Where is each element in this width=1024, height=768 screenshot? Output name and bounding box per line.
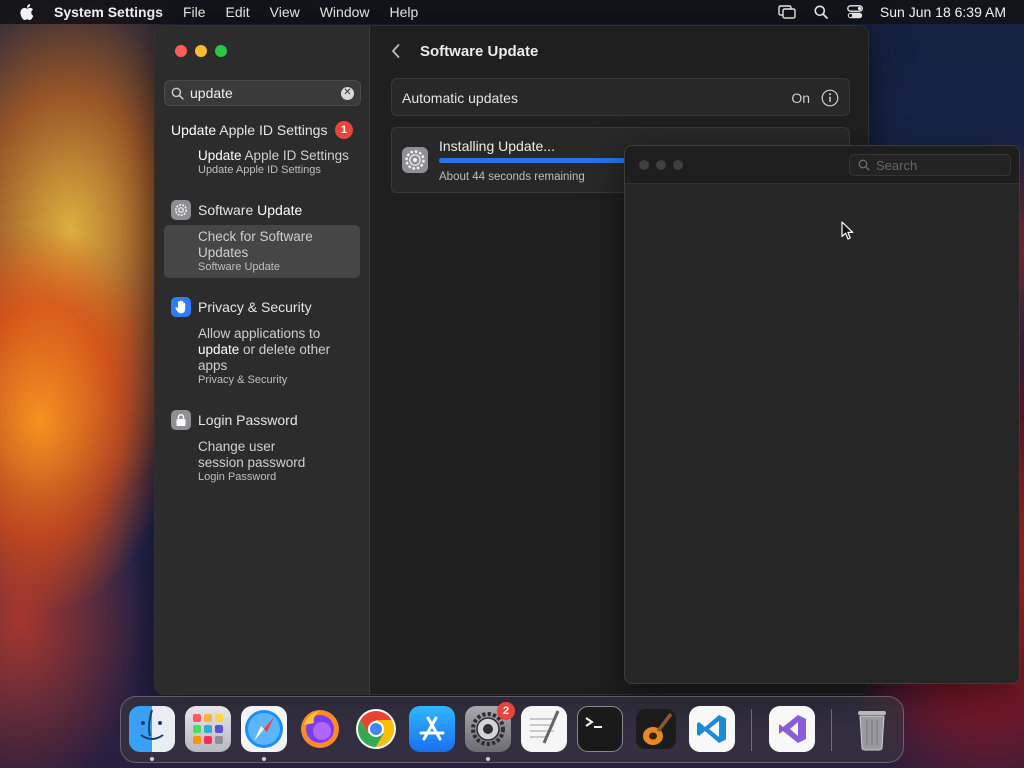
result-check-line2: Updates [198, 245, 249, 260]
menu-edit[interactable]: Edit [226, 4, 250, 20]
menu-app-name[interactable]: System Settings [54, 4, 163, 20]
section-software-update-match: Update [257, 202, 303, 218]
result-login-sub: Login Password [198, 471, 277, 483]
dock-system-settings-badge: 2 [497, 702, 515, 720]
clear-search-icon[interactable]: ✕ [341, 86, 354, 100]
section-apple-id[interactable]: Update Apple ID Settings [171, 122, 327, 138]
automatic-updates-value: On [791, 90, 810, 106]
apple-menu-icon[interactable] [0, 4, 54, 20]
menu-bar: System Settings File Edit View Window He… [0, 0, 1024, 24]
blank-search-placeholder: Search [876, 157, 918, 173]
section-privacy-title: Privacy & Security [198, 299, 312, 315]
zoom-window-button[interactable] [215, 45, 227, 57]
dock-finder-icon[interactable] [129, 706, 175, 752]
dock-chrome-icon[interactable] [353, 706, 399, 752]
section-software-update-plain: Software [198, 202, 258, 218]
info-icon[interactable] [821, 89, 839, 112]
screen-mirroring-icon[interactable] [770, 5, 804, 19]
result-privacy-line1: Allow applications to [198, 326, 321, 341]
privacy-hand-icon [171, 297, 191, 317]
page-title: Software Update [420, 43, 539, 60]
apple-id-badge: 1 [335, 121, 353, 139]
control-center-icon[interactable] [838, 5, 872, 19]
result-privacy-rest: or delete other [239, 342, 331, 357]
dock-finder-running-dot [150, 757, 154, 761]
section-apple-id-rest: Apple ID Settings [216, 122, 328, 138]
result-change-session-password[interactable]: Change user session password Login Passw… [164, 435, 360, 488]
menu-view[interactable]: View [270, 4, 300, 20]
sidebar: update ✕ Update Apple ID Settings 1 Upda… [155, 26, 370, 694]
dock-firefox-icon[interactable] [297, 706, 343, 752]
dock-app-store-icon[interactable] [409, 706, 455, 752]
result-login-line1: Change user [198, 439, 276, 454]
result-check-line1: Check for Software [198, 229, 313, 244]
back-chevron-icon[interactable] [391, 43, 401, 64]
installing-update-title: Installing Update... [439, 138, 555, 154]
result-login-line2: session password [198, 455, 306, 470]
blank-close-button[interactable] [639, 160, 649, 170]
mouse-pointer-icon [841, 221, 855, 246]
software-update-icon [402, 147, 428, 178]
result-apple-id-sub: Update Apple ID Settings [198, 164, 321, 176]
blank-window-controls [639, 160, 683, 170]
minimize-window-button[interactable] [195, 45, 207, 57]
result-privacy-sub: Privacy & Security [198, 374, 288, 386]
dock-textedit-icon[interactable] [521, 706, 567, 752]
result-privacy-line3: apps [198, 358, 228, 373]
blank-zoom-button[interactable] [673, 160, 683, 170]
dock-safari-running-dot [262, 757, 266, 761]
menu-help[interactable]: Help [390, 4, 419, 20]
section-login-password[interactable]: Login Password [171, 410, 298, 430]
lock-icon [171, 410, 191, 430]
section-software-update[interactable]: Software Update [171, 200, 302, 220]
result-privacy-match: update [198, 342, 240, 357]
dock-visual-studio-icon[interactable] [769, 706, 815, 752]
blank-window-search-field[interactable]: Search [849, 154, 1011, 176]
dock-trash-icon[interactable] [849, 706, 895, 752]
dock-system-settings-running-dot [486, 757, 490, 761]
menu-window[interactable]: Window [320, 4, 370, 20]
dock-terminal-icon[interactable] [577, 706, 623, 752]
result-apple-id-match: Update [198, 148, 242, 163]
blank-window-toolbar: Search [625, 146, 1019, 184]
section-privacy-security[interactable]: Privacy & Security [171, 297, 312, 317]
result-apple-id-rest: Apple ID Settings [241, 148, 349, 163]
section-apple-id-match: Update [171, 122, 217, 138]
time-remaining: About 44 seconds remaining [439, 171, 585, 183]
search-input[interactable]: update ✕ [164, 80, 361, 106]
search-icon [858, 159, 870, 171]
dock-vscode-icon[interactable] [689, 706, 735, 752]
result-update-apple-id[interactable]: Update Apple ID Settings Update Apple ID… [164, 144, 360, 181]
automatic-updates-label: Automatic updates [402, 90, 518, 106]
install-progress-fill [439, 158, 631, 163]
dock: 2 [120, 696, 904, 763]
section-login-title: Login Password [198, 412, 298, 428]
dock-safari-icon[interactable] [241, 706, 287, 752]
dock-separator [751, 709, 752, 751]
blank-minimize-button[interactable] [656, 160, 666, 170]
menu-clock[interactable]: Sun Jun 18 6:39 AM [880, 4, 1006, 20]
spotlight-search-icon[interactable] [804, 5, 838, 19]
automatic-updates-row[interactable]: Automatic updates On [391, 78, 850, 116]
dock-launchpad-icon[interactable] [185, 706, 231, 752]
result-check-for-software-updates[interactable]: Check for Software Updates Software Upda… [164, 225, 360, 278]
search-input-value: update [190, 85, 233, 101]
dock-garageband-icon[interactable] [633, 706, 679, 752]
menu-file[interactable]: File [183, 4, 206, 20]
blank-window[interactable]: Search [624, 145, 1020, 684]
window-controls [175, 45, 227, 57]
close-window-button[interactable] [175, 45, 187, 57]
result-allow-applications-update[interactable]: Allow applications to update or delete o… [164, 322, 360, 391]
software-update-gear-icon [171, 200, 191, 220]
dock-separator-trash [831, 709, 832, 751]
search-icon [171, 87, 184, 100]
result-check-sub: Software Update [198, 261, 280, 273]
